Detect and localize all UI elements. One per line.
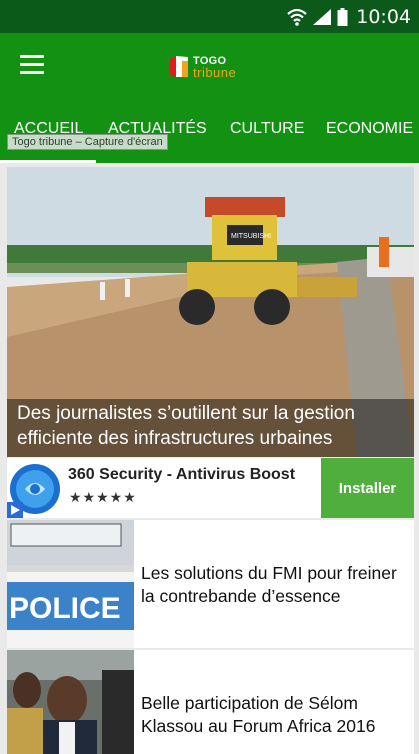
article-item[interactable]: Belle participation de Sélom Klassou au …	[7, 650, 414, 754]
logo-mark-icon	[168, 55, 190, 79]
install-button[interactable]: Installer	[321, 458, 414, 518]
hero-image-label: MITSUBISHI	[231, 233, 271, 240]
status-bar: 10:04	[0, 0, 419, 33]
article-title: Les solutions du FMI pour freiner la con…	[141, 563, 397, 606]
tab-culture[interactable]: CULTURE	[230, 115, 304, 163]
battery-icon	[337, 7, 348, 26]
thumbnail-label: POLICE	[9, 592, 121, 625]
ad-banner[interactable]: 360 Security - Antivirus Boost ★★★★★ Ins…	[7, 458, 414, 518]
screenshot-tooltip: Togo tribune – Capture d'écran	[7, 134, 168, 150]
app-logo: TOGO tribune	[168, 51, 258, 83]
active-tab-indicator	[0, 160, 96, 163]
article-title: Belle participation de Sélom Klassou au …	[141, 693, 376, 736]
hero-headline: Des journalistes s’outillent sur la gest…	[7, 399, 414, 457]
ad-title: 360 Security - Antivirus Boost	[68, 466, 296, 483]
status-time: 10:04	[356, 5, 411, 28]
ad-rating: ★★★★★	[69, 489, 137, 505]
hero-article[interactable]: MITSUBISHI Des journalistes s’outillent …	[7, 167, 414, 457]
logo-line2: tribune	[193, 65, 237, 80]
ad-choices-icon[interactable]	[7, 502, 23, 518]
wifi-icon	[287, 8, 307, 26]
article-thumbnail	[7, 650, 134, 754]
tab-economie[interactable]: ECONOMIE	[326, 115, 413, 163]
status-icons	[287, 7, 348, 26]
menu-icon[interactable]	[20, 55, 46, 75]
article-item[interactable]: POLICE Les solutions du FMI pour freiner…	[7, 520, 414, 648]
article-thumbnail: POLICE	[7, 520, 134, 648]
signal-icon	[313, 8, 332, 25]
